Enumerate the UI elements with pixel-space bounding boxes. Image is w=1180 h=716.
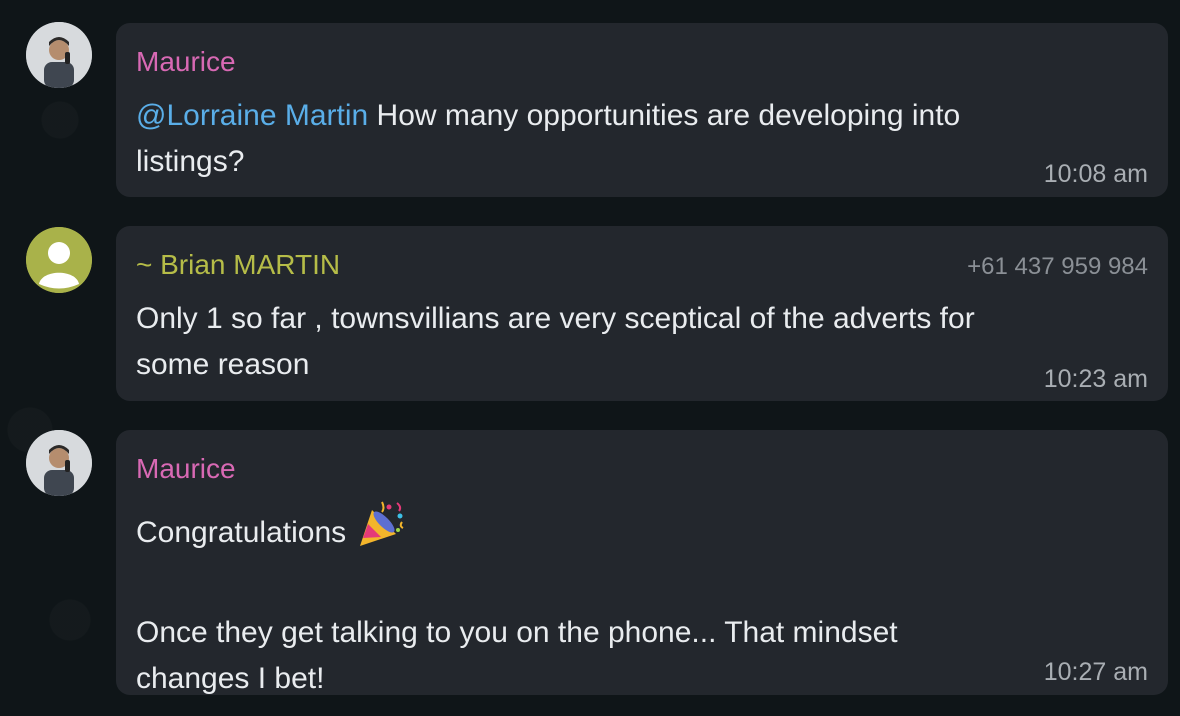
message-time: 10:23 am: [1043, 365, 1148, 393]
sender-name[interactable]: Maurice: [136, 45, 236, 79]
sender-avatar[interactable]: [26, 227, 92, 293]
sender-phone[interactable]: +61 437 959 984: [967, 252, 1148, 282]
maurice-photo-icon: [26, 430, 92, 496]
message-3[interactable]: Maurice Congratulations Once they get ta…: [0, 408, 1180, 708]
mention-link[interactable]: @Lorraine Martin: [136, 99, 368, 132]
message-time: 10:08 am: [1043, 160, 1148, 188]
message-bubble[interactable]: ~ Brian MARTIN +61 437 959 984 Only 1 so…: [116, 226, 1168, 401]
message-text: @Lorraine Martin How many opportunities …: [136, 93, 1096, 185]
sender-avatar[interactable]: [26, 430, 92, 496]
party-popper-emoji-icon: [354, 500, 406, 564]
sender-avatar[interactable]: [26, 22, 92, 88]
message-2[interactable]: ~ Brian MARTIN +61 437 959 984 Only 1 so…: [0, 205, 1180, 405]
default-user-icon: [26, 227, 92, 293]
message-text: Only 1 so far , townsvillians are very s…: [136, 296, 1096, 388]
sender-name[interactable]: ~ Brian MARTIN: [136, 248, 340, 282]
message-bubble[interactable]: Maurice @Lorraine Martin How many opport…: [116, 23, 1168, 197]
message-text-line: changes I bet!: [136, 662, 325, 695]
maurice-photo-icon: [26, 22, 92, 88]
message-1[interactable]: Maurice @Lorraine Martin How many opport…: [0, 0, 1180, 200]
message-bubble[interactable]: Maurice Congratulations Once they get ta…: [116, 430, 1168, 695]
message-text-line: Only 1 so far , townsvillians are very s…: [136, 302, 975, 335]
message-text-part: How many opportunities are developing in…: [368, 99, 961, 132]
message-text: Congratulations Once they get talking to…: [136, 500, 1096, 702]
message-text-line: listings?: [136, 145, 245, 178]
message-text-line: Once they get talking to you on the phon…: [136, 616, 898, 649]
message-text-line: Congratulations: [136, 516, 347, 549]
message-time: 10:27 am: [1043, 658, 1148, 686]
message-text-line: some reason: [136, 348, 310, 381]
sender-name[interactable]: Maurice: [136, 452, 236, 486]
